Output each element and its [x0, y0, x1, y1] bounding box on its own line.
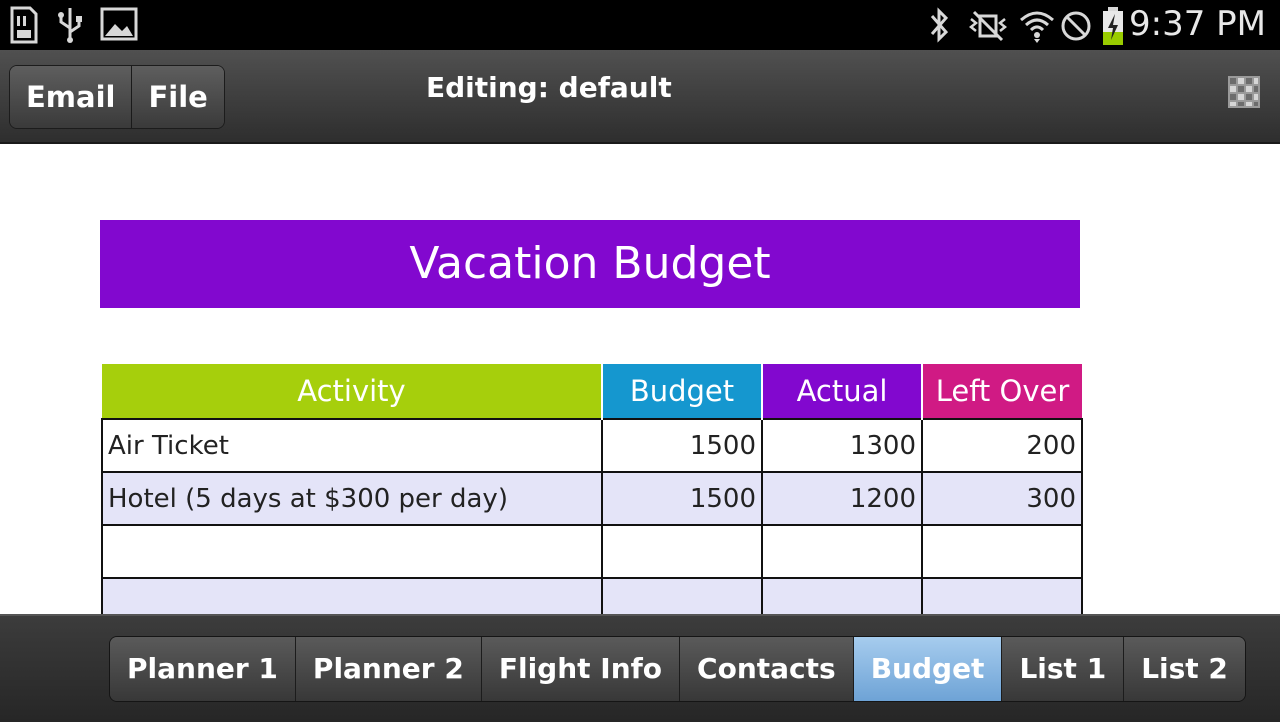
cell-activity[interactable] [101, 524, 603, 579]
cell-actual[interactable]: 1300 [761, 418, 923, 473]
action-bar: Email File Editing: default [0, 50, 1280, 144]
battery-charging-icon [1103, 7, 1123, 45]
tab-bar: Planner 1 Planner 2 Flight Info Contacts… [0, 614, 1280, 722]
tab-list-1[interactable]: List 1 [1001, 637, 1124, 701]
clock: 9:37 PM [1129, 4, 1266, 44]
wifi-icon [1020, 11, 1054, 43]
column-header-budget: Budget [602, 364, 763, 419]
cell-left-over[interactable]: 200 [921, 418, 1083, 473]
cell-actual[interactable] [761, 577, 923, 614]
tab-budget[interactable]: Budget [852, 637, 1002, 701]
cell-left-over[interactable]: 300 [921, 471, 1083, 526]
cell-budget[interactable]: 1500 [601, 418, 763, 473]
tab-list-2[interactable]: List 2 [1123, 637, 1245, 701]
table-row [101, 577, 1083, 614]
table-row: Air Ticket 1500 1300 200 [101, 418, 1083, 473]
cell-left-over[interactable] [921, 577, 1083, 614]
column-header-activity: Activity [102, 364, 603, 419]
cell-activity[interactable]: Hotel (5 days at $300 per day) [101, 471, 603, 526]
column-header-left-over: Left Over [922, 364, 1082, 419]
email-button[interactable]: Email [10, 66, 132, 128]
tab-contacts[interactable]: Contacts [679, 637, 853, 701]
cell-activity[interactable] [101, 577, 603, 614]
cell-actual[interactable]: 1200 [761, 471, 923, 526]
sheet-tabs: Planner 1 Planner 2 Flight Info Contacts… [109, 636, 1246, 702]
cell-budget[interactable]: 1500 [601, 471, 763, 526]
cell-actual[interactable] [761, 524, 923, 579]
cell-left-over[interactable] [921, 524, 1083, 579]
budget-table: Activity Budget Actual Left Over Air Tic… [101, 364, 1083, 614]
tab-planner-2[interactable]: Planner 2 [294, 637, 481, 701]
image-icon [100, 7, 138, 41]
table-row: Hotel (5 days at $300 per day) 1500 1200… [101, 471, 1083, 526]
tab-flight-info[interactable]: Flight Info [480, 637, 680, 701]
cell-budget[interactable] [601, 577, 763, 614]
usb-icon [58, 8, 82, 43]
status-bar: 9:37 PM [0, 0, 1280, 50]
vibrate-icon [968, 10, 1008, 42]
table-header-row: Activity Budget Actual Left Over [102, 364, 1082, 419]
sd-card-icon [10, 6, 38, 44]
bluetooth-icon [930, 7, 949, 43]
cell-activity[interactable]: Air Ticket [101, 418, 603, 473]
document-title: Vacation Budget [100, 220, 1080, 308]
table-row [101, 524, 1083, 579]
action-button-group: Email File [9, 65, 225, 129]
tab-planner-1[interactable]: Planner 1 [110, 637, 295, 701]
file-button[interactable]: File [131, 66, 224, 128]
grid-icon[interactable] [1228, 76, 1260, 108]
document-area[interactable]: Vacation Budget Activity Budget Actual L… [0, 144, 1280, 614]
no-signal-icon [1061, 11, 1091, 41]
column-header-actual: Actual [762, 364, 923, 419]
cell-budget[interactable] [601, 524, 763, 579]
page-title: Editing: default [426, 71, 672, 104]
